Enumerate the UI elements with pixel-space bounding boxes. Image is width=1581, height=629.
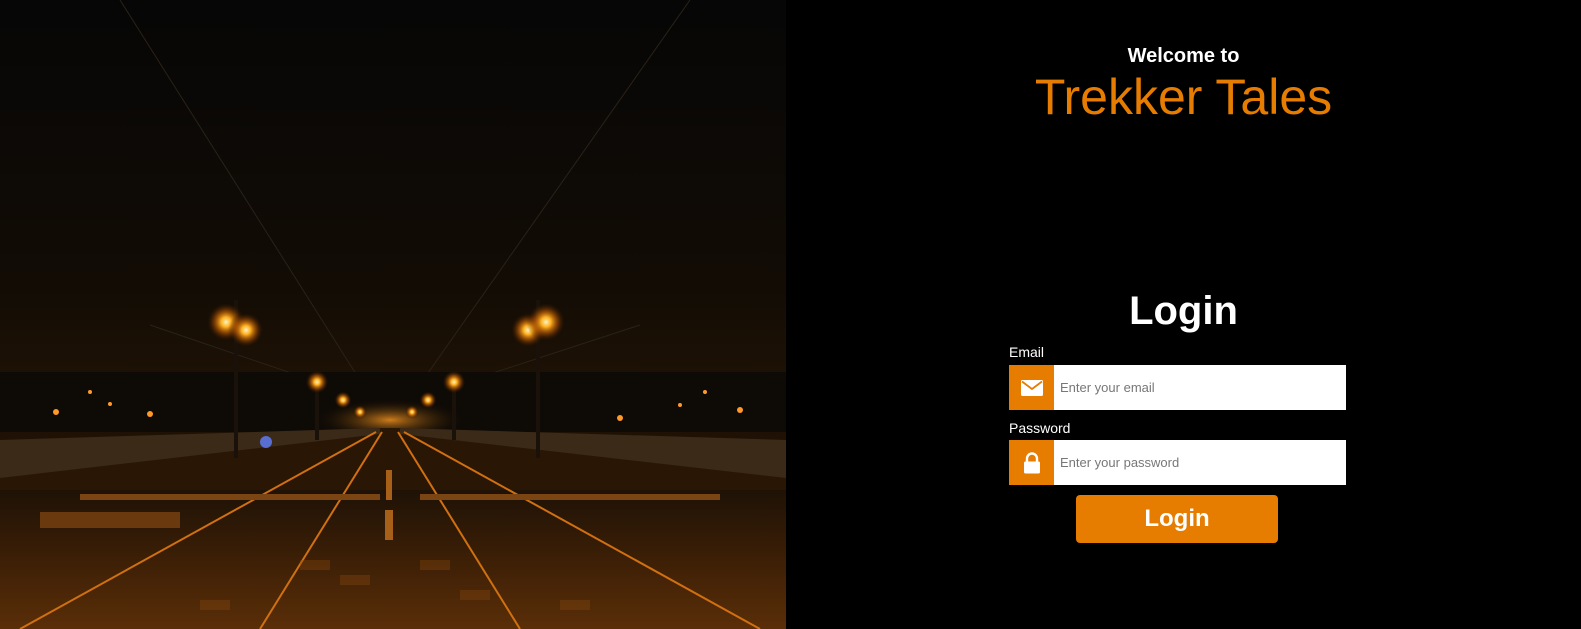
email-input[interactable]	[1054, 365, 1346, 410]
brand-title: Trekker Tales	[1034, 69, 1333, 125]
password-label: Password	[1009, 420, 1071, 436]
hero-image-night-bridge	[0, 0, 786, 629]
login-panel: Welcome to Trekker Tales Login Email Pas…	[786, 0, 1581, 629]
login-heading: Login	[1129, 289, 1238, 333]
night-street-illustration	[0, 0, 786, 629]
envelope-icon	[1009, 365, 1054, 410]
login-button[interactable]: Login	[1076, 495, 1278, 543]
lock-icon	[1009, 440, 1054, 485]
password-input[interactable]	[1054, 440, 1346, 485]
email-field-group	[1009, 365, 1346, 410]
email-label: Email	[1009, 344, 1045, 360]
login-page: Welcome to Trekker Tales Login Email Pas…	[0, 0, 1581, 629]
password-field-group	[1009, 440, 1346, 485]
welcome-text: Welcome to	[1127, 45, 1240, 67]
